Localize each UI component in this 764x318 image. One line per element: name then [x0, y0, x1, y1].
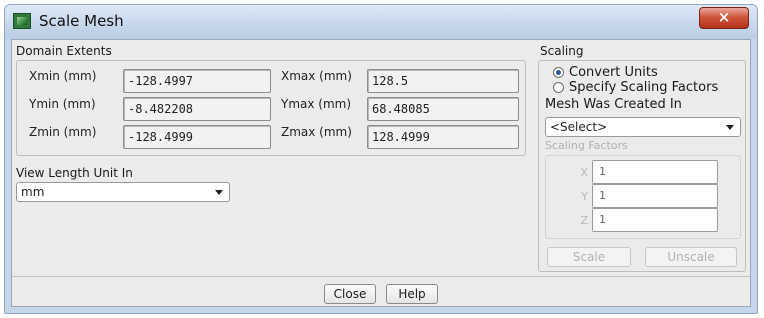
xmin-label: Xmin (mm): [29, 69, 97, 83]
radio-unchecked-icon: [553, 82, 564, 93]
scaling-label: Scaling: [540, 44, 584, 58]
scale-x-label: X: [580, 166, 588, 179]
radio-convert-units-label: Convert Units: [569, 65, 658, 80]
unscale-button[interactable]: Unscale: [645, 247, 737, 267]
scale-mesh-dialog: Scale Mesh × Domain Extents Xmin (mm) -1…: [4, 4, 758, 314]
ymin-label: Ymin (mm): [29, 97, 96, 111]
radio-specify-scaling-factors-label: Specify Scaling Factors: [569, 80, 719, 95]
domain-extents-group: Xmin (mm) -128.4997 Xmax (mm) 128.5 Ymin…: [16, 60, 526, 156]
scale-z-label: Z: [580, 214, 588, 227]
scale-button[interactable]: Scale: [547, 247, 631, 267]
window-close-button[interactable]: ×: [699, 7, 749, 29]
title-bar[interactable]: Scale Mesh ×: [5, 5, 757, 39]
domain-extents-label: Domain Extents: [16, 44, 112, 58]
close-button[interactable]: Close: [324, 284, 376, 304]
ymin-field: -8.482208: [123, 97, 271, 121]
zmax-label: Zmax (mm): [281, 125, 352, 139]
help-button[interactable]: Help: [386, 284, 438, 304]
view-length-unit-dropdown[interactable]: mm: [16, 182, 230, 202]
window-title: Scale Mesh: [39, 12, 124, 30]
zmin-field: -128.4999: [123, 125, 271, 149]
app-icon: [13, 13, 31, 29]
ymax-label: Ymax (mm): [281, 97, 352, 111]
scaling-factors-label: Scaling Factors: [545, 139, 628, 152]
scaling-factors-group: X 1 Y 1 Z 1: [545, 155, 741, 239]
scaling-group: Convert Units Specify Scaling Factors Me…: [538, 60, 746, 272]
xmin-field: -128.4997: [123, 69, 271, 93]
zmax-field: 128.4999: [367, 125, 519, 149]
mesh-created-in-label: Mesh Was Created In: [545, 97, 682, 112]
scale-y-label: Y: [581, 190, 588, 203]
view-length-unit-value: mm: [21, 185, 45, 199]
xmax-label: Xmax (mm): [281, 69, 352, 83]
dialog-body: Domain Extents Xmin (mm) -128.4997 Xmax …: [11, 39, 751, 307]
mesh-created-in-value: <Select>: [550, 120, 608, 134]
mesh-created-in-dropdown[interactable]: <Select>: [545, 117, 741, 137]
footer-divider: [12, 276, 750, 277]
ymax-field: 68.48085: [367, 97, 519, 121]
xmax-field: 128.5: [367, 69, 519, 93]
chevron-down-icon: [215, 190, 223, 195]
radio-checked-icon: [553, 67, 564, 78]
scale-z-field[interactable]: 1: [592, 208, 718, 232]
scale-x-field[interactable]: 1: [592, 160, 718, 184]
scale-y-field[interactable]: 1: [592, 184, 718, 208]
view-length-unit-label: View Length Unit In: [16, 166, 133, 180]
zmin-label: Zmin (mm): [29, 125, 97, 139]
chevron-down-icon: [726, 125, 734, 130]
